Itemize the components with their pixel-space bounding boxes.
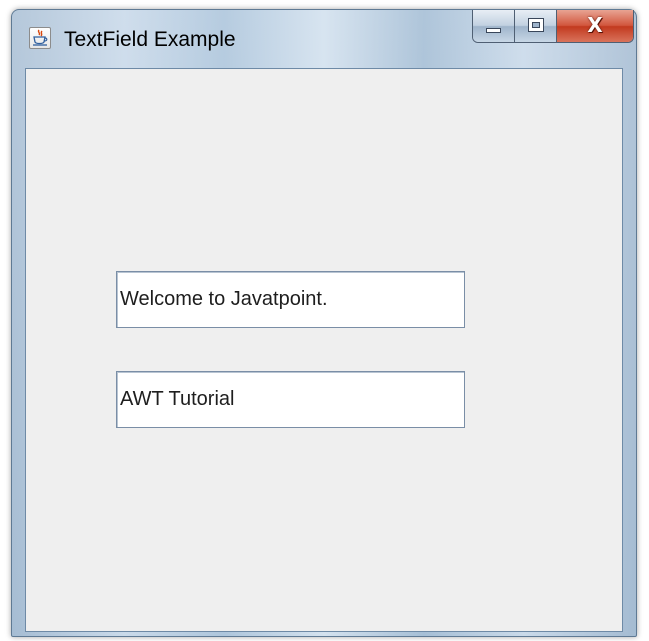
app-window: TextField Example X xyxy=(11,9,637,637)
maximize-icon xyxy=(528,18,544,32)
close-icon: X xyxy=(587,13,603,37)
maximize-button[interactable] xyxy=(515,10,557,42)
minimize-icon xyxy=(486,28,501,33)
caption-buttons: X xyxy=(472,10,634,43)
title-bar[interactable]: TextField Example X xyxy=(12,10,636,68)
text-field-tutorial[interactable] xyxy=(116,371,465,428)
java-coffee-cup-icon[interactable] xyxy=(29,27,51,49)
minimize-button[interactable] xyxy=(473,10,515,42)
window-title: TextField Example xyxy=(64,28,236,51)
text-field-welcome[interactable] xyxy=(116,271,465,328)
content-pane xyxy=(25,68,623,632)
close-button[interactable]: X xyxy=(557,10,633,42)
